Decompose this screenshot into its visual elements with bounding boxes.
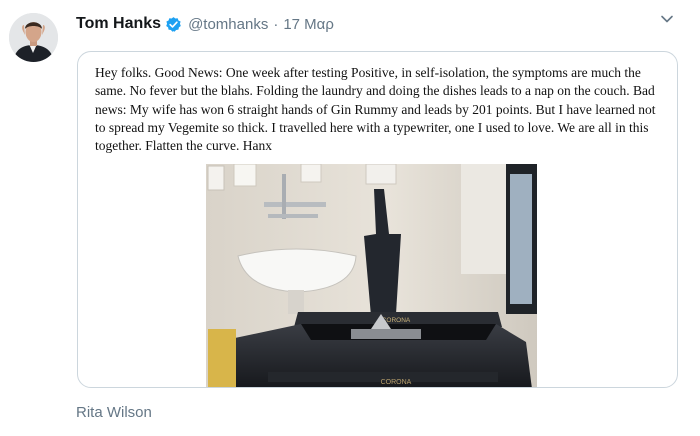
tweet-image-card[interactable]: Hey folks. Good News: One week after tes… — [77, 51, 678, 388]
tweet-date[interactable]: 17 Μαρ — [283, 16, 334, 33]
typewriter-photo[interactable]: CORONA CORONA — [206, 164, 537, 387]
reply-context[interactable]: Rita Wilson — [76, 404, 152, 421]
typewriter-front-label: CORONA — [381, 379, 412, 386]
header-separator: · — [273, 15, 279, 33]
chevron-down-icon[interactable] — [660, 12, 674, 26]
author-name[interactable]: Tom Hanks — [76, 15, 161, 33]
tweet-header: Tom Hanks @tomhanks · 17 Μαρ — [76, 12, 334, 36]
avatar[interactable] — [9, 13, 58, 62]
author-handle[interactable]: @tomhanks — [188, 16, 268, 33]
verified-badge-icon — [165, 16, 182, 33]
note-text: Hey folks. Good News: One week after tes… — [95, 65, 656, 154]
